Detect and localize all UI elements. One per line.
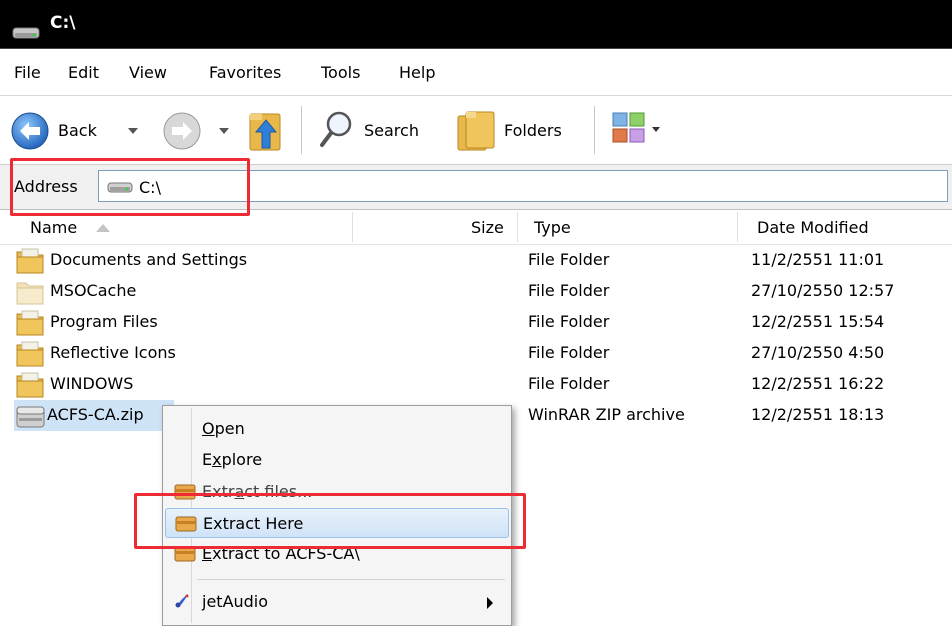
folder-icon [16, 310, 44, 336]
table-row[interactable]: Documents and Settings File Folder 11/2/… [0, 245, 952, 276]
file-type: File Folder [528, 374, 610, 393]
menu-item-label: Explore [202, 450, 263, 469]
column-size[interactable]: Size [471, 218, 504, 237]
address-highlight-box [10, 158, 250, 216]
file-name: Reflective Icons [50, 343, 176, 362]
file-name: Documents and Settings [50, 250, 248, 269]
search-button[interactable]: Search [364, 121, 419, 140]
menu-edit[interactable]: Edit [68, 63, 99, 82]
toolbar-separator [594, 106, 595, 154]
menu-view[interactable]: View [129, 63, 167, 82]
column-separator[interactable] [737, 212, 738, 242]
file-date: 27/10/2550 12:57 [751, 281, 895, 300]
jetaudio-icon [175, 594, 189, 608]
menu-item-jetaudio[interactable]: jetAudio [165, 587, 509, 617]
toolbar-separator [301, 106, 302, 154]
file-name: WINDOWS [50, 374, 134, 393]
column-separator[interactable] [352, 212, 353, 242]
folders-icon[interactable] [454, 108, 498, 154]
forward-dropdown-icon[interactable] [219, 128, 229, 134]
menu-item-label: Open [202, 419, 245, 438]
folders-button[interactable]: Folders [504, 121, 562, 140]
sort-ascending-icon [96, 224, 110, 232]
views-dropdown-icon[interactable] [652, 127, 660, 132]
table-row[interactable]: WINDOWS File Folder 12/2/2551 16:22 [0, 369, 952, 400]
menu-favorites[interactable]: Favorites [209, 63, 281, 82]
menu-tools[interactable]: Tools [321, 63, 360, 82]
menu-help[interactable]: Help [399, 63, 435, 82]
forward-arrow-icon[interactable] [162, 111, 202, 151]
menu-bar: File Edit View Favorites Tools Help [0, 49, 952, 96]
column-name[interactable]: Name [30, 218, 77, 237]
winrar-archive-icon [16, 406, 45, 428]
column-type[interactable]: Type [534, 218, 571, 237]
file-type: File Folder [528, 343, 610, 362]
file-name: Program Files [50, 312, 158, 331]
file-type: WinRAR ZIP archive [528, 405, 685, 424]
file-date: 11/2/2551 11:01 [751, 250, 885, 269]
folder-icon [16, 372, 44, 398]
file-type: File Folder [528, 312, 610, 331]
folder-icon [16, 248, 44, 274]
table-row[interactable]: Program Files File Folder 12/2/2551 15:5… [0, 307, 952, 338]
file-type: File Folder [528, 281, 610, 300]
title-bar: C:\ [0, 0, 952, 49]
extract-here-highlight-box [134, 493, 526, 549]
table-row[interactable]: Reflective Icons File Folder 27/10/2550 … [0, 338, 952, 369]
back-arrow-icon[interactable] [10, 111, 50, 151]
file-date: 12/2/2551 15:54 [751, 312, 885, 331]
folder-icon [16, 341, 44, 367]
menu-item-label: jetAudio [202, 592, 269, 611]
search-icon[interactable] [316, 108, 356, 152]
toolbar: Back Search Folders [0, 96, 952, 165]
menu-item-explore[interactable]: Explore [165, 445, 509, 475]
hidden-folder-icon [16, 282, 44, 305]
window-title: C:\ [50, 13, 76, 33]
file-type: File Folder [528, 250, 610, 269]
column-separator[interactable] [517, 212, 518, 242]
file-date: 27/10/2550 4:50 [751, 343, 885, 362]
file-date: 12/2/2551 18:13 [751, 405, 885, 424]
back-button[interactable]: Back [58, 121, 97, 140]
views-icon[interactable] [612, 112, 646, 144]
submenu-arrow-icon [487, 597, 493, 609]
column-date-modified[interactable]: Date Modified [757, 218, 869, 237]
up-folder-icon[interactable] [244, 108, 286, 154]
menu-separator [197, 579, 505, 580]
file-name: ACFS-CA.zip [47, 405, 144, 424]
drive-icon [12, 27, 40, 39]
menu-file[interactable]: File [14, 63, 41, 82]
file-date: 12/2/2551 16:22 [751, 374, 885, 393]
table-row[interactable]: MSOCache File Folder 27/10/2550 12:57 [0, 276, 952, 307]
file-name: MSOCache [50, 281, 137, 300]
menu-item-open[interactable]: Open [165, 414, 509, 444]
back-dropdown-icon[interactable] [128, 128, 138, 134]
